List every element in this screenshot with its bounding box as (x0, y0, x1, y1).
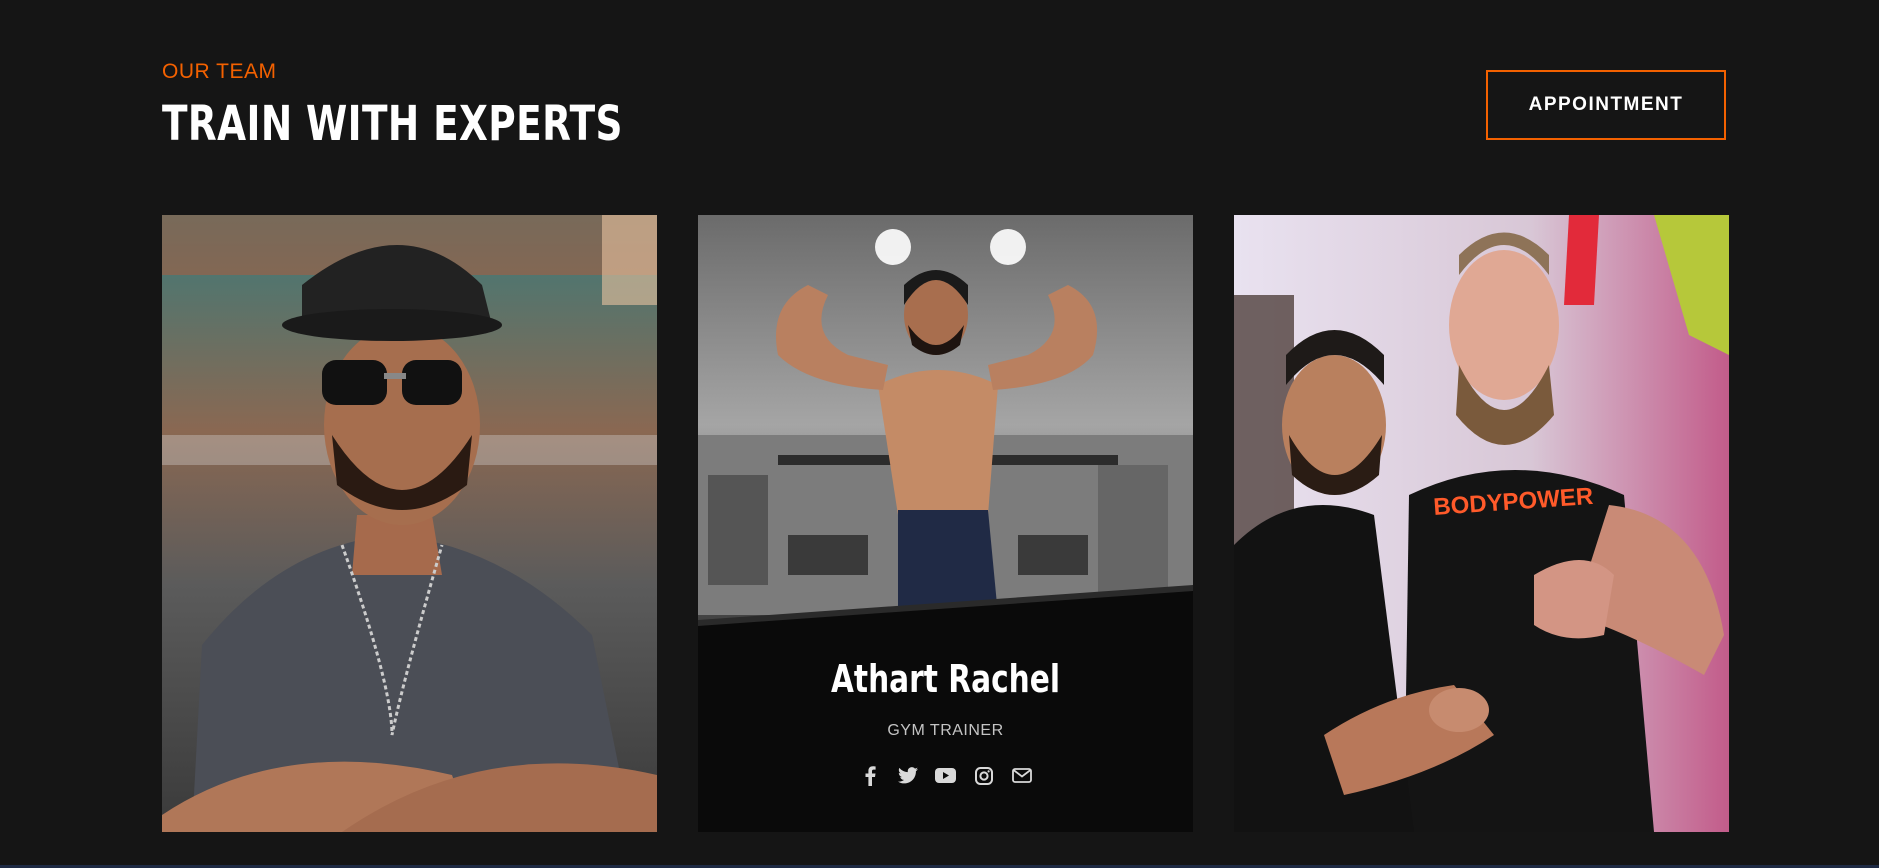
trainer-photo-3: BODYPOWER (1234, 215, 1729, 832)
trainer-photo-1 (162, 215, 657, 832)
envelope-icon[interactable] (1011, 765, 1032, 786)
section-title: TRAIN WITH EXPERTS (162, 96, 623, 152)
social-links (698, 765, 1193, 786)
team-card-1[interactable] (162, 215, 657, 832)
team-card-3[interactable]: BODYPOWER (1234, 215, 1729, 832)
facebook-icon[interactable] (859, 765, 880, 786)
youtube-icon[interactable] (935, 765, 956, 786)
trainer-role: GYM TRAINER (887, 722, 1004, 739)
trainer-caption: Athart Rachel GYM TRAINER (698, 617, 1193, 832)
section-kicker: OUR TEAM (162, 60, 277, 83)
twitter-icon[interactable] (897, 765, 918, 786)
instagram-icon[interactable] (973, 765, 994, 786)
trainer-name: Athart Rachel (830, 657, 1061, 701)
team-card-2[interactable]: Athart Rachel GYM TRAINER (698, 215, 1193, 832)
appointment-button[interactable]: APPOINTMENT (1486, 70, 1726, 140)
